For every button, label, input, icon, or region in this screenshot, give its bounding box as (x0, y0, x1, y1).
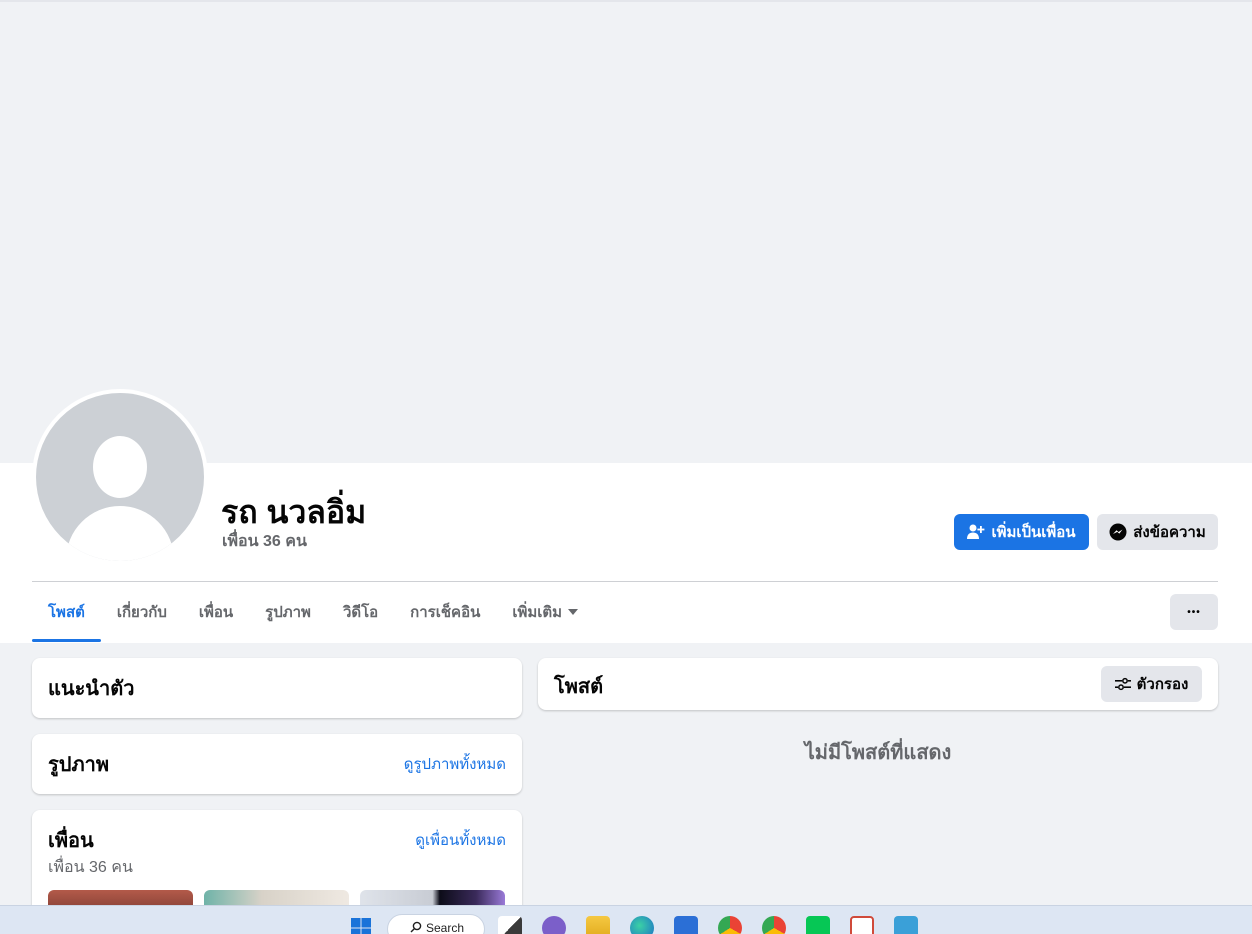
cover-photo-area (0, 0, 1252, 463)
profile-avatar[interactable] (32, 389, 208, 565)
filter-button[interactable]: ตัวกรอง (1101, 666, 1202, 702)
more-options-button[interactable]: ••• (1170, 594, 1218, 630)
store-icon[interactable] (674, 916, 698, 934)
profile-tabs: โพสต์ เกี่ยวกับ เพื่อน รูปภาพ วิดีโอ การ… (32, 582, 594, 642)
more-dots-icon: ••• (1187, 606, 1201, 618)
tab-more[interactable]: เพิ่มเติม (496, 582, 594, 642)
intro-title: แนะนำตัว (48, 678, 135, 700)
see-all-friends-link[interactable]: ดูเพื่อนทั้งหมด (415, 828, 506, 852)
add-friend-icon (967, 524, 985, 539)
taskbar-search-label: Search (426, 921, 465, 934)
message-label: ส่งข้อความ (1133, 524, 1206, 541)
see-all-photos-link[interactable]: ดูรูปภาพทั้งหมด (404, 752, 506, 776)
friends-title[interactable]: เพื่อน (48, 824, 94, 856)
file-explorer-icon[interactable] (586, 916, 610, 934)
top-border (0, 0, 1252, 2)
notepad-icon[interactable] (894, 916, 918, 934)
snipping-tool-icon[interactable] (850, 916, 874, 934)
message-button[interactable]: ส่งข้อความ (1097, 514, 1218, 550)
default-avatar-icon (36, 393, 204, 561)
posts-title: โพสต์ (554, 676, 604, 698)
photos-title[interactable]: รูปภาพ (48, 748, 109, 780)
tab-about[interactable]: เกี่ยวกับ (101, 582, 183, 642)
photos-card: รูปภาพ ดูรูปภาพทั้งหมด (32, 734, 522, 794)
tab-videos[interactable]: วิดีโอ (327, 582, 394, 642)
chrome-profile-icon[interactable] (762, 916, 786, 934)
caret-down-icon (568, 609, 579, 615)
profile-friend-count[interactable]: เพื่อน 36 คน (222, 529, 307, 554)
chrome-icon[interactable] (718, 916, 742, 934)
task-view-icon[interactable] (498, 916, 522, 934)
friends-count: เพื่อน 36 คน (48, 859, 133, 876)
edge-browser-icon[interactable] (630, 916, 654, 934)
filter-sliders-icon (1114, 677, 1131, 691)
search-icon (410, 921, 422, 933)
os-taskbar: Search (0, 905, 1252, 934)
messenger-icon (1109, 523, 1127, 541)
windows-start-icon[interactable] (349, 916, 373, 934)
add-friend-label: เพิ่มเป็นเพื่อน (991, 524, 1076, 541)
line-app-icon[interactable] (806, 916, 830, 934)
add-friend-button[interactable]: เพิ่มเป็นเพื่อน (954, 514, 1089, 550)
teams-icon[interactable] (542, 916, 566, 934)
no-posts-message: ไม่มีโพสต์ที่แสดง (804, 742, 952, 764)
tab-posts[interactable]: โพสต์ (32, 582, 101, 642)
taskbar-search[interactable]: Search (387, 914, 485, 934)
tab-more-label: เพิ่มเติม (512, 604, 563, 621)
intro-card: แนะนำตัว (32, 658, 522, 718)
tab-checkins[interactable]: การเช็คอิน (394, 582, 496, 642)
filter-label: ตัวกรอง (1136, 676, 1189, 693)
tab-friends[interactable]: เพื่อน (183, 582, 249, 642)
posts-header-card: โพสต์ ตัวกรอง (538, 658, 1218, 710)
tab-photos[interactable]: รูปภาพ (249, 582, 327, 642)
